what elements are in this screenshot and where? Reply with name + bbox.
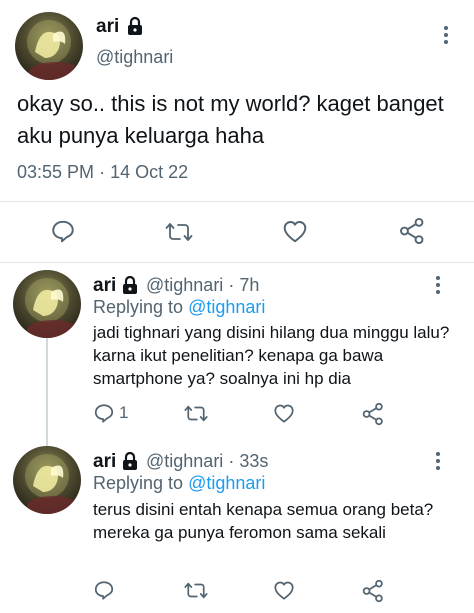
share-icon — [399, 217, 425, 245]
heart-icon — [273, 580, 295, 601]
thread-connector — [46, 338, 48, 446]
meta-separator: · — [228, 451, 234, 471]
reply-count: 1 — [119, 403, 128, 423]
avatar[interactable] — [13, 270, 81, 338]
tweet-time: 03:55 PM — [17, 162, 94, 182]
reply-meta: @tighnari · 33s — [146, 451, 268, 472]
more-vertical-icon[interactable] — [441, 26, 451, 48]
heart-icon — [273, 403, 295, 424]
share-icon — [362, 402, 384, 426]
replying-to-label: Replying to — [93, 297, 183, 317]
more-vertical-icon[interactable] — [433, 276, 443, 298]
retweet-icon — [184, 580, 208, 601]
reply-button[interactable]: 1 — [93, 402, 128, 424]
retweet-button[interactable] — [184, 403, 208, 424]
tweet-date: 14 Oct 22 — [110, 162, 188, 182]
relative-time[interactable]: 7h — [239, 275, 259, 295]
replying-to: Replying to @tighnari — [93, 297, 265, 318]
reply-bubble-icon — [50, 218, 76, 244]
reply-button[interactable] — [93, 579, 119, 601]
share-button[interactable] — [399, 217, 425, 245]
display-name[interactable]: ari — [96, 16, 119, 38]
reply-text: jadi tighnari yang disini hilang dua min… — [93, 321, 458, 390]
lock-icon — [127, 16, 143, 36]
username-handle[interactable]: @tighnari — [146, 275, 223, 295]
username-handle[interactable]: @tighnari — [146, 451, 223, 471]
heart-icon — [282, 219, 308, 244]
lock-icon — [122, 275, 138, 295]
reply-text: terus disini entah kenapa semua orang be… — [93, 498, 458, 544]
meta-separator: · — [228, 275, 234, 295]
timestamp-separator: · — [99, 162, 105, 182]
like-button[interactable] — [273, 580, 295, 601]
tweet-text: okay so.. this is not my world? kaget ba… — [17, 88, 457, 152]
avatar-image — [13, 446, 81, 514]
retweet-icon — [165, 219, 193, 245]
like-button[interactable] — [282, 219, 308, 244]
reply-meta: @tighnari · 7h — [146, 275, 259, 296]
like-button[interactable] — [273, 403, 295, 424]
retweet-button[interactable] — [165, 219, 193, 245]
divider — [0, 201, 474, 202]
lock-icon — [122, 451, 138, 471]
avatar[interactable] — [13, 446, 81, 514]
display-name[interactable]: ari — [93, 451, 116, 473]
display-name[interactable]: ari — [93, 275, 116, 297]
replying-to: Replying to @tighnari — [93, 473, 265, 494]
replying-to-mention[interactable]: @tighnari — [188, 297, 265, 317]
avatar[interactable] — [15, 12, 83, 80]
retweet-button[interactable] — [184, 580, 208, 601]
share-button[interactable] — [362, 402, 384, 426]
replying-to-label: Replying to — [93, 473, 183, 493]
username-handle[interactable]: @tighnari — [96, 47, 173, 68]
replying-to-mention[interactable]: @tighnari — [188, 473, 265, 493]
more-vertical-icon[interactable] — [433, 452, 443, 474]
avatar-image — [15, 12, 83, 80]
reply-bubble-icon — [93, 579, 115, 601]
share-button[interactable] — [362, 579, 384, 603]
divider — [0, 262, 474, 263]
share-icon — [362, 579, 384, 603]
reply-bubble-icon — [93, 402, 115, 424]
avatar-image — [13, 270, 81, 338]
reply-button[interactable] — [50, 218, 76, 244]
relative-time[interactable]: 33s — [239, 451, 268, 471]
tweet-timestamp[interactable]: 03:55 PM · 14 Oct 22 — [17, 162, 188, 183]
retweet-icon — [184, 403, 208, 424]
